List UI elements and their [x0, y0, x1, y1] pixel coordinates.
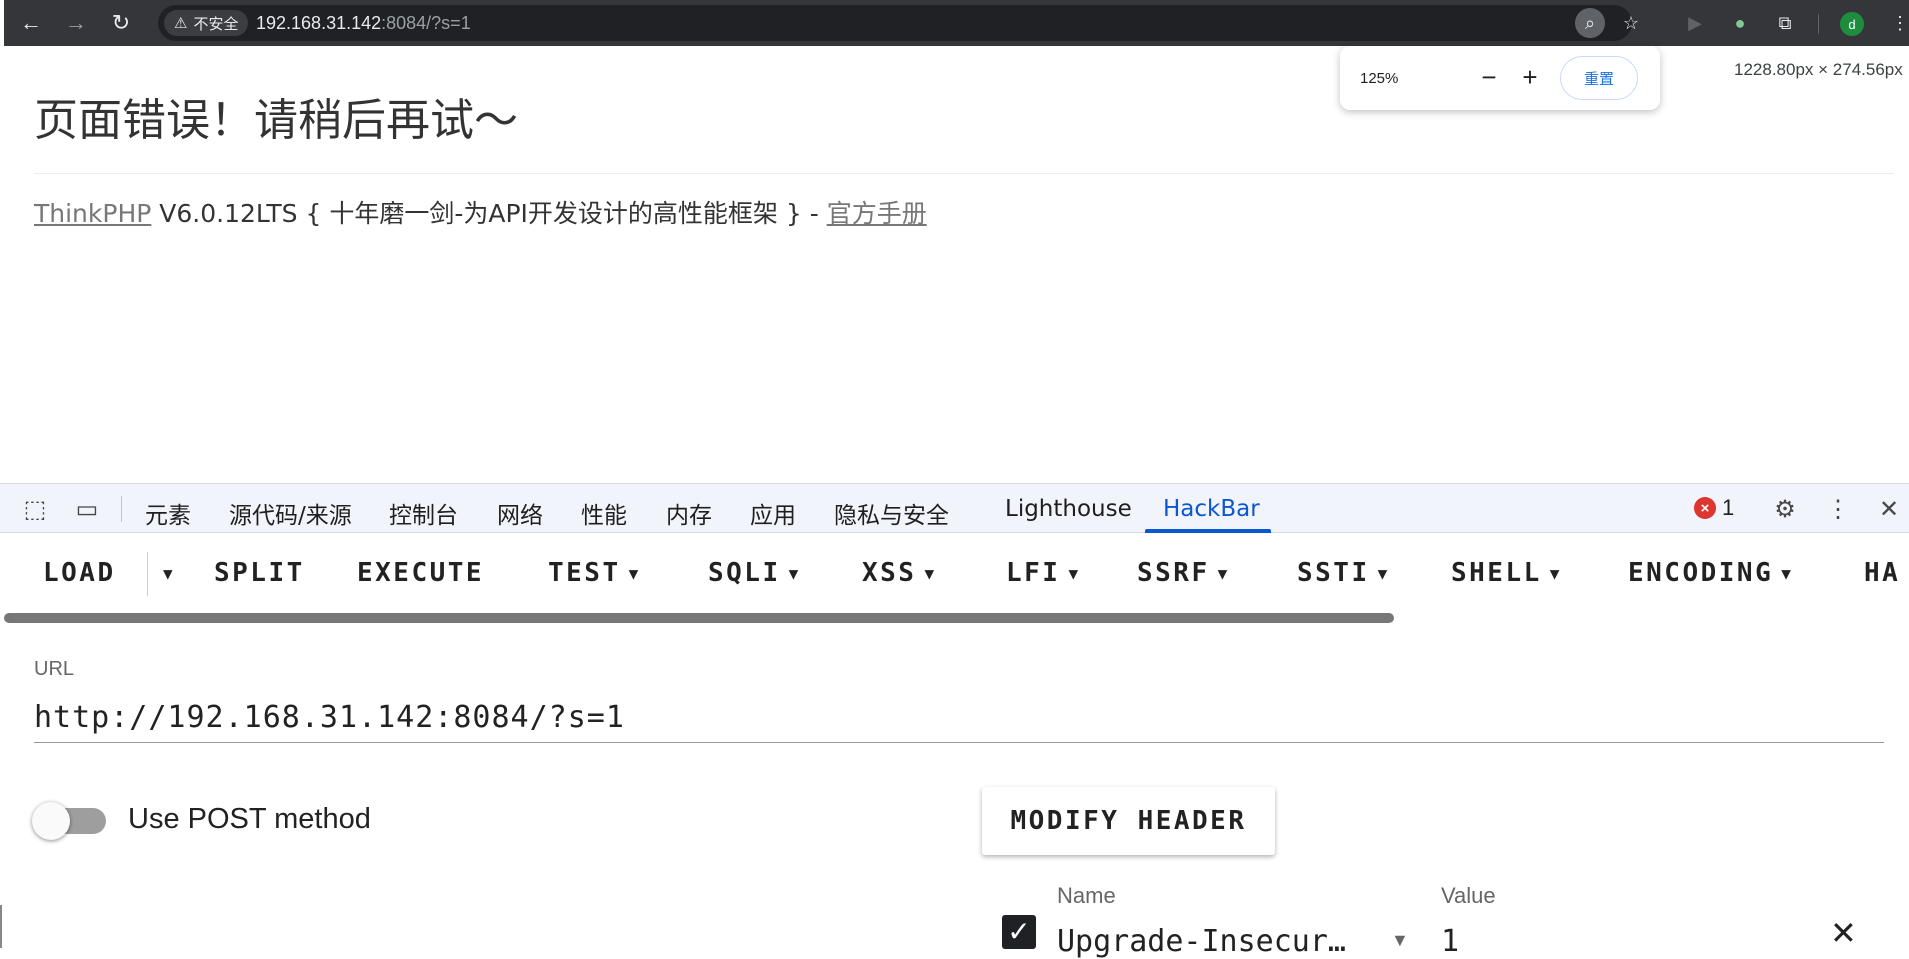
dimension-readout: 1228.80px × 274.56px — [1734, 60, 1903, 79]
remove-header-icon[interactable]: ✕ — [1830, 914, 1857, 952]
xss-menu[interactable]: XSS ▼ — [862, 558, 937, 588]
zoom-in-button[interactable]: + — [1515, 62, 1545, 92]
tab-elements[interactable]: 元素 — [145, 496, 191, 530]
load-divider — [147, 552, 148, 596]
menu-horizontal-scrollbar[interactable] — [4, 613, 1394, 623]
panel-edge — [0, 905, 2, 948]
bookmark-star-icon[interactable]: ☆ — [1616, 8, 1646, 38]
tab-sources[interactable]: 源代码/来源 — [229, 496, 352, 530]
encoding-menu[interactable]: ENCODING ▼ — [1628, 558, 1793, 588]
device-toolbar-icon[interactable]: ▭ — [70, 492, 104, 526]
heading-divider — [34, 173, 1894, 174]
tab-performance[interactable]: 性能 — [581, 496, 627, 530]
reload-icon[interactable]: ↻ — [106, 8, 136, 38]
split-button[interactable]: SPLIT — [214, 558, 305, 588]
execute-button[interactable]: EXECUTE — [357, 558, 484, 588]
error-icon: × — [1694, 497, 1716, 519]
caret-down-icon: ▼ — [1377, 564, 1390, 583]
caret-down-icon: ▼ — [1549, 564, 1562, 583]
tab-application[interactable]: 应用 — [750, 496, 796, 530]
caret-down-icon: ▼ — [1781, 564, 1794, 583]
devtools-more-icon[interactable]: ⋮ — [1821, 492, 1855, 526]
forward-icon[interactable]: → — [61, 8, 91, 38]
security-label: 不安全 — [193, 15, 239, 33]
page-error-heading: 页面错误！请稍后再试～ — [34, 95, 518, 146]
framework-version-text: V6.0.12LTS { 十年磨一剑-为API开发设计的高性能框架 } - — [151, 199, 827, 228]
post-toggle-knob[interactable] — [32, 802, 70, 840]
close-devtools-icon[interactable]: ✕ — [1872, 492, 1906, 526]
load-dropdown-icon[interactable]: ▼ — [155, 558, 175, 588]
post-method-label: Use POST method — [128, 803, 371, 835]
zoom-icon[interactable]: ⌕ — [1575, 8, 1605, 38]
url-input-underline — [34, 742, 1884, 743]
zoom-popup: 125% − + 重置 — [1340, 46, 1660, 110]
test-menu[interactable]: TEST ▼ — [548, 558, 641, 588]
header-name-input[interactable]: Upgrade-Insecur… — [1057, 924, 1346, 959]
header-value-input[interactable]: 1 — [1441, 924, 1459, 959]
inspect-element-icon[interactable]: ⬚ — [18, 492, 52, 526]
zoom-out-button[interactable]: − — [1474, 62, 1504, 92]
address-bar-url[interactable]: 192.168.31.142:8084/?s=1 — [256, 13, 471, 34]
tab-console[interactable]: 控制台 — [389, 496, 458, 530]
security-chip[interactable]: ⚠ 不安全 — [164, 10, 249, 36]
thinkphp-link[interactable]: ThinkPHP — [34, 199, 151, 228]
toolbar-divider — [1818, 14, 1819, 34]
profile-avatar[interactable]: d — [1840, 12, 1864, 36]
sqli-menu[interactable]: SQLI ▼ — [708, 558, 801, 588]
modify-header-button[interactable]: MODIFY HEADER — [982, 787, 1275, 855]
back-icon[interactable]: ← — [16, 8, 46, 38]
extension-status-icon[interactable]: ● — [1725, 8, 1755, 38]
lfi-menu[interactable]: LFI ▼ — [1006, 558, 1081, 588]
browser-menu-icon[interactable]: ⋮ — [1885, 8, 1909, 38]
shell-menu[interactable]: SHELL ▼ — [1451, 558, 1562, 588]
settings-gear-icon[interactable]: ⚙ — [1768, 492, 1802, 526]
extensions-puzzle-icon[interactable]: ⧉ — [1770, 8, 1800, 38]
header-enabled-checkbox[interactable]: ✓ — [1002, 915, 1036, 949]
framework-info: ThinkPHP V6.0.12LTS { 十年磨一剑-为API开发设计的高性能… — [34, 194, 927, 230]
caret-down-icon: ▼ — [628, 564, 641, 583]
header-value-label: Value — [1441, 883, 1496, 908]
load-button[interactable]: LOAD — [43, 558, 116, 588]
caret-down-icon: ▼ — [1068, 564, 1081, 583]
url-field-label: URL — [34, 658, 75, 680]
error-count: 1 — [1722, 495, 1735, 520]
active-tab-indicator — [1145, 529, 1271, 533]
devtools-divider — [121, 496, 122, 522]
url-input[interactable]: http://192.168.31.142:8084/?s=1 — [34, 700, 625, 735]
tab-memory[interactable]: 内存 — [666, 496, 712, 530]
error-count-badge[interactable]: × 1 — [1694, 495, 1734, 521]
caret-down-icon: ▼ — [788, 564, 801, 583]
hashing-menu-partial[interactable]: HA — [1864, 558, 1900, 588]
tab-privacy-security[interactable]: 隐私与安全 — [834, 496, 949, 530]
caret-down-icon: ▼ — [924, 564, 937, 583]
zoom-reset-button[interactable]: 重置 — [1560, 56, 1638, 100]
header-name-label: Name — [1057, 883, 1116, 908]
tab-hackbar[interactable]: HackBar — [1163, 496, 1260, 522]
ssti-menu[interactable]: SSTI ▼ — [1297, 558, 1390, 588]
warning-icon: ⚠ — [174, 15, 188, 32]
caret-down-icon: ▼ — [1217, 564, 1230, 583]
manual-link[interactable]: 官方手册 — [827, 199, 927, 228]
ssrf-menu[interactable]: SSRF ▼ — [1137, 558, 1230, 588]
media-play-icon[interactable]: ▶ — [1680, 8, 1710, 38]
tab-network[interactable]: 网络 — [497, 496, 543, 530]
zoom-level: 125% — [1360, 70, 1399, 87]
tab-lighthouse[interactable]: Lighthouse — [1005, 496, 1132, 522]
